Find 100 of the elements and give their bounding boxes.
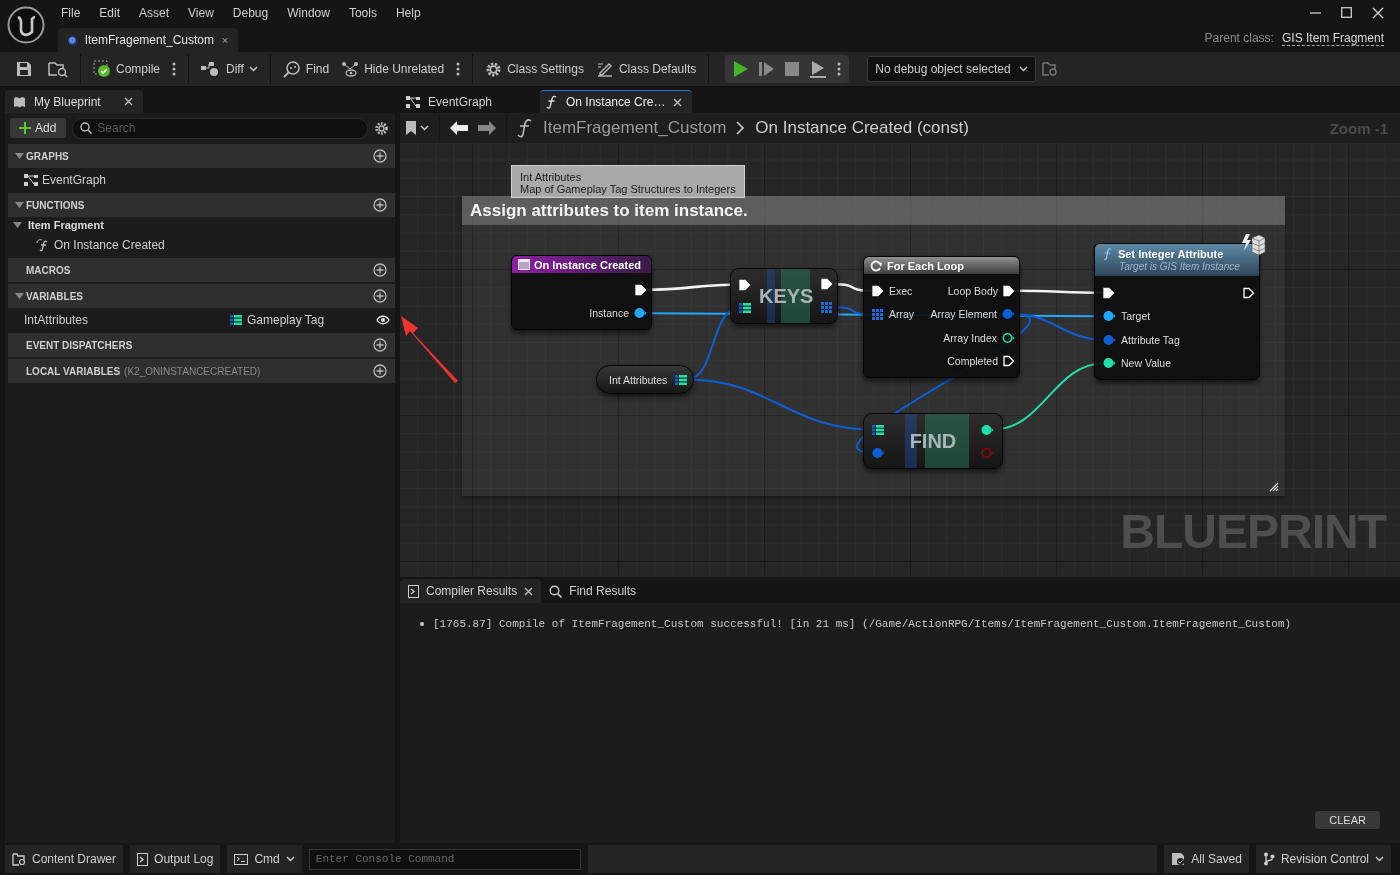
function-node[interactable]: Set Integer Attribute Target is GIS Item Instance Target Attribute Tag New Value xyxy=(1094,243,1260,380)
graph-tab[interactable]: On Instance Cre… xyxy=(540,90,693,113)
map-pin-icon[interactable] xyxy=(872,423,884,436)
cmd-button[interactable]: Cmd xyxy=(227,845,302,873)
data-pin-icon[interactable] xyxy=(1002,331,1015,344)
compile-status-icon xyxy=(93,60,111,78)
pin-label: Array xyxy=(889,308,915,321)
expand-arrow-icon[interactable] xyxy=(14,152,24,160)
clear-button[interactable]: CLEAR xyxy=(1315,811,1380,829)
add-icon[interactable] xyxy=(373,149,387,163)
section-title: FUNCTIONS xyxy=(26,199,85,211)
close-icon[interactable] xyxy=(673,97,683,107)
maximize-icon[interactable] xyxy=(1341,7,1352,18)
chevron-down-icon xyxy=(248,66,258,72)
expand-arrow-icon[interactable] xyxy=(14,292,24,300)
variable-type: Gameplay Tag xyxy=(247,312,325,327)
menu-item[interactable]: Help xyxy=(386,5,431,20)
map-pin-icon[interactable] xyxy=(739,301,751,314)
results-tab[interactable]: Find Results xyxy=(541,579,645,603)
add-icon[interactable] xyxy=(373,289,387,303)
output-log-button[interactable]: Output Log xyxy=(130,845,221,873)
find-button[interactable]: Find xyxy=(276,56,336,82)
exec-pin-icon[interactable] xyxy=(1003,284,1015,297)
array-pin-icon[interactable] xyxy=(821,300,834,314)
add-button[interactable]: Add xyxy=(10,118,67,138)
save-status-button[interactable]: All Saved xyxy=(1164,845,1249,873)
console-input[interactable]: Enter Console Command xyxy=(308,848,581,870)
compile-button[interactable]: Compile xyxy=(87,56,166,82)
menu-item[interactable]: Edit xyxy=(90,5,131,20)
section-header[interactable]: EVENT DISPATCHERS xyxy=(8,333,395,357)
loop-icon xyxy=(870,259,883,272)
compact-node[interactable]: FIND xyxy=(863,413,1003,469)
data-pin-icon[interactable] xyxy=(981,423,994,436)
search-field[interactable]: Search xyxy=(72,117,368,139)
variable-name[interactable]: IntAttributes xyxy=(24,312,89,327)
section-header[interactable]: LOCAL VARIABLES (K2_ONINSTANCECREATED) xyxy=(8,359,395,383)
menu-item[interactable]: File xyxy=(52,5,91,20)
settings-icon[interactable] xyxy=(374,120,389,136)
class-settings-button[interactable]: Class Settings xyxy=(479,56,590,82)
revision-control-button[interactable]: Revision Control xyxy=(1255,845,1391,873)
pin-label: Array Element xyxy=(930,308,997,321)
diff-button[interactable]: Diff xyxy=(195,57,264,81)
menu-item[interactable]: View xyxy=(179,5,224,20)
document-tab[interactable]: ItemFragement_Custom xyxy=(58,28,238,52)
exec-pin-icon[interactable] xyxy=(635,283,647,296)
exec-pin-icon[interactable] xyxy=(872,284,884,297)
tree-item[interactable]: On Instance Created xyxy=(54,237,165,252)
data-pin-icon[interactable] xyxy=(634,307,647,320)
logo-icon[interactable] xyxy=(7,6,45,44)
add-icon[interactable] xyxy=(373,338,387,352)
array-pin-icon[interactable] xyxy=(872,307,884,321)
exec-pin-icon[interactable] xyxy=(1243,286,1255,299)
section-header[interactable]: MACROS xyxy=(8,258,395,282)
loop-node[interactable]: For Each Loop Exec Loop Body Array Array Element Array Index Completed xyxy=(863,256,1020,378)
map-pin-icon[interactable] xyxy=(675,373,688,386)
stop-icon xyxy=(785,62,800,76)
breadcrumb-item: On Instance Created (const) xyxy=(755,118,969,138)
content-drawer-button[interactable]: Content Drawer xyxy=(5,845,124,873)
menu-item[interactable]: Debug xyxy=(223,5,279,20)
results-tab[interactable]: Compiler Results xyxy=(400,579,542,603)
close-icon[interactable] xyxy=(524,586,534,596)
parent-class-link[interactable]: GIS Item Fragment xyxy=(1281,31,1384,46)
section-header[interactable]: FUNCTIONS xyxy=(8,193,395,217)
add-icon[interactable] xyxy=(373,198,387,212)
menu-item[interactable]: Asset xyxy=(130,5,180,20)
event-icon xyxy=(518,259,530,270)
expand-arrow-icon[interactable] xyxy=(14,201,24,209)
pin-label: Array Index xyxy=(943,331,997,344)
category-label[interactable]: Item Fragment xyxy=(28,219,104,231)
log-icon xyxy=(408,584,419,598)
exec-pin-icon[interactable] xyxy=(1103,286,1115,299)
back-arrow-icon[interactable] xyxy=(450,121,468,135)
forward-arrow-icon[interactable] xyxy=(478,121,496,135)
section-header[interactable]: GRAPHS xyxy=(8,144,395,168)
exec-pin-icon[interactable] xyxy=(821,278,834,291)
resize-handle-icon[interactable] xyxy=(1269,482,1279,492)
tree-item[interactable]: EventGraph xyxy=(42,172,107,187)
class-defaults-button[interactable]: Class Defaults xyxy=(589,56,703,82)
exec-pin-icon[interactable] xyxy=(1003,355,1015,368)
menu-item[interactable]: Tools xyxy=(339,5,387,20)
compact-node[interactable]: KEYS xyxy=(730,268,838,324)
menu-item[interactable]: Window xyxy=(278,5,340,20)
graph-tab[interactable]: EventGraph xyxy=(400,90,536,113)
bookmark-button[interactable] xyxy=(406,121,429,135)
section-header[interactable]: VARIABLES xyxy=(8,284,395,308)
breadcrumb-item[interactable]: ItemFragement_Custom xyxy=(543,118,727,138)
event-node[interactable]: On Instance Created Instance xyxy=(511,255,652,330)
exec-pin-icon[interactable] xyxy=(739,278,751,291)
add-icon[interactable] xyxy=(373,364,387,378)
panel-tab[interactable]: My Blueprint xyxy=(5,90,143,113)
debug-object-dropdown[interactable]: No debug object selected xyxy=(867,56,1036,82)
variable-node[interactable]: Int Attributes xyxy=(596,365,694,394)
close-icon[interactable] xyxy=(1372,6,1384,19)
eye-icon[interactable] xyxy=(376,314,390,325)
add-icon[interactable] xyxy=(373,263,387,277)
hide-unrelated-button[interactable]: Hide Unrelated xyxy=(335,57,451,81)
close-icon[interactable] xyxy=(124,97,133,106)
data-pin-icon[interactable] xyxy=(1103,310,1116,323)
data-pin-icon[interactable] xyxy=(1103,357,1116,370)
expand-arrow-icon[interactable] xyxy=(12,221,22,229)
